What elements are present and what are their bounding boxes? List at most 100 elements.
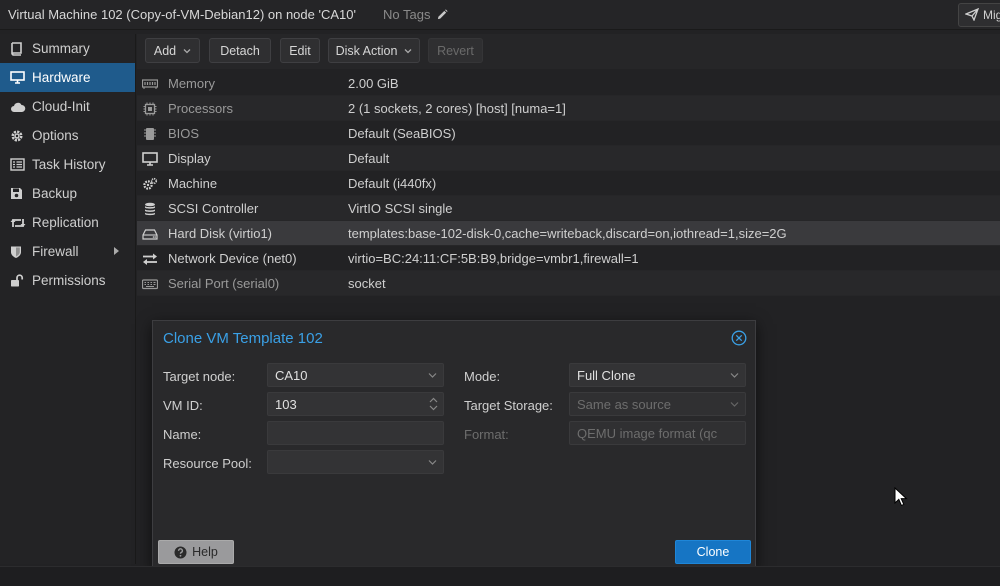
- sidebar-item-label: Hardware: [32, 70, 91, 85]
- send-icon: [964, 7, 980, 22]
- hardware-value: templates:base-102-disk-0,cache=writebac…: [348, 226, 787, 241]
- spinner-arrows-icon[interactable]: [429, 396, 438, 412]
- target-storage-select[interactable]: Same as source: [569, 392, 746, 416]
- hardware-name: Serial Port (serial0): [168, 276, 280, 291]
- format-select[interactable]: QEMU image format (qc: [569, 421, 746, 445]
- chevron-down-icon: [404, 48, 412, 53]
- unlock-icon: [10, 274, 28, 288]
- sidebar: Summary Hardware Cloud-Init Options Task…: [0, 34, 136, 564]
- table-row[interactable]: SCSI Controller VirtIO SCSI single: [137, 196, 1000, 221]
- cogs-icon: [143, 177, 158, 190]
- sidebar-item-options[interactable]: Options: [0, 121, 135, 150]
- hardware-toolbar: Add Detach Edit Disk Action Revert: [137, 34, 1000, 69]
- hardware-name: Processors: [168, 101, 234, 116]
- target-node-label: Target node:: [163, 369, 236, 384]
- mode-select[interactable]: Full Clone: [569, 363, 746, 387]
- detach-button[interactable]: Detach: [209, 38, 271, 63]
- detach-button-label: Detach: [220, 43, 260, 58]
- edit-button[interactable]: Edit: [280, 38, 320, 63]
- table-row[interactable]: Display Default: [137, 146, 1000, 171]
- memory-icon: [142, 79, 158, 89]
- target-storage-label: Target Storage:: [464, 398, 553, 413]
- hardware-value: virtio=BC:24:11:CF:5B:B9,bridge=vmbr1,fi…: [348, 251, 639, 266]
- sidebar-item-hardware[interactable]: Hardware: [0, 63, 135, 92]
- sidebar-item-cloud-init[interactable]: Cloud-Init: [0, 92, 135, 121]
- status-bar: [0, 566, 1000, 586]
- sidebar-item-label: Replication: [32, 215, 99, 230]
- hardware-name: BIOS: [168, 126, 200, 141]
- table-row-selected[interactable]: Hard Disk (virtio1) templates:base-102-d…: [137, 221, 1000, 246]
- sidebar-item-label: Cloud-Init: [32, 99, 90, 114]
- dialog-title: Clone VM Template 102: [163, 330, 323, 347]
- tags-label: No Tags: [383, 7, 431, 22]
- close-icon[interactable]: [731, 330, 747, 346]
- pencil-icon[interactable]: [437, 9, 448, 20]
- edit-button-label: Edit: [289, 43, 311, 58]
- target-node-select[interactable]: CA10: [267, 363, 444, 387]
- database-icon: [145, 202, 155, 216]
- mouse-cursor-icon: [894, 487, 908, 507]
- migrate-button[interactable]: Mig: [958, 3, 1000, 27]
- sidebar-item-label: Backup: [32, 186, 78, 201]
- cloud-icon: [10, 100, 28, 114]
- table-row[interactable]: BIOS Default (SeaBIOS): [137, 121, 1000, 146]
- hardware-value: socket: [348, 276, 386, 291]
- hardware-name: Hard Disk (virtio1): [168, 226, 273, 241]
- table-row[interactable]: Serial Port (serial0) socket: [137, 271, 1000, 296]
- chevron-down-icon: [428, 460, 437, 465]
- title-bar: Virtual Machine 102 (Copy-of-VM-Debian12…: [0, 0, 1000, 30]
- table-row[interactable]: Processors 2 (1 sockets, 2 cores) [host]…: [137, 96, 1000, 121]
- exchange-icon: [143, 253, 157, 265]
- resource-pool-label: Resource Pool:: [163, 456, 252, 471]
- vmid-spinner[interactable]: 103: [267, 392, 444, 416]
- hardware-grid: Memory 2.00 GiB Processors 2 (1 sockets,…: [137, 71, 1000, 296]
- target-node-value: CA10: [275, 368, 308, 383]
- hardware-value: Default (i440fx): [348, 176, 437, 191]
- clone-button-label: Clone: [696, 545, 730, 559]
- gear-icon: [10, 129, 28, 143]
- chevron-down-icon: [428, 373, 437, 378]
- hardware-value: 2 (1 sockets, 2 cores) [host] [numa=1]: [348, 101, 566, 116]
- chevron-down-icon: [730, 373, 739, 378]
- hardware-value: 2.00 GiB: [348, 76, 399, 91]
- hardware-value: Default (SeaBIOS): [348, 126, 456, 141]
- hdd-icon: [142, 229, 158, 240]
- hardware-value: VirtIO SCSI single: [348, 201, 453, 216]
- sidebar-item-firewall[interactable]: Firewall: [0, 237, 135, 266]
- list-icon: [10, 158, 28, 172]
- question-circle-icon: [174, 546, 187, 558]
- chip-icon: [144, 128, 156, 140]
- revert-button[interactable]: Revert: [428, 38, 483, 63]
- help-button-label: Help: [192, 545, 218, 559]
- sidebar-item-label: Options: [32, 128, 79, 143]
- table-row[interactable]: Memory 2.00 GiB: [137, 71, 1000, 96]
- table-row[interactable]: Network Device (net0) virtio=BC:24:11:CF…: [137, 246, 1000, 271]
- sidebar-item-replication[interactable]: Replication: [0, 208, 135, 237]
- sidebar-item-permissions[interactable]: Permissions: [0, 266, 135, 295]
- sidebar-item-backup[interactable]: Backup: [0, 179, 135, 208]
- retweet-icon: [10, 216, 28, 230]
- help-button[interactable]: Help: [158, 540, 234, 564]
- add-button[interactable]: Add: [145, 38, 200, 63]
- clone-button[interactable]: Clone: [675, 540, 751, 564]
- hardware-name: SCSI Controller: [168, 201, 259, 216]
- hardware-name: Display: [168, 151, 211, 166]
- table-row[interactable]: Machine Default (i440fx): [137, 171, 1000, 196]
- expand-caret-icon[interactable]: [114, 247, 119, 255]
- mode-value: Full Clone: [577, 368, 636, 383]
- name-input[interactable]: [267, 421, 444, 445]
- disk-action-button[interactable]: Disk Action: [328, 38, 420, 63]
- resource-pool-select[interactable]: [267, 450, 444, 474]
- sidebar-item-task-history[interactable]: Task History: [0, 150, 135, 179]
- sidebar-item-label: Task History: [32, 157, 106, 172]
- chevron-down-icon: [730, 402, 739, 407]
- vmid-value: 103: [275, 397, 297, 412]
- format-value: QEMU image format (qc: [577, 426, 718, 441]
- vmid-label: VM ID:: [163, 398, 203, 413]
- keyboard-icon: [142, 279, 158, 290]
- sidebar-item-summary[interactable]: Summary: [0, 34, 135, 63]
- mode-label: Mode:: [464, 369, 501, 384]
- name-label: Name:: [163, 427, 202, 442]
- shield-icon: [10, 245, 28, 259]
- tags-editor[interactable]: No Tags: [383, 7, 448, 22]
